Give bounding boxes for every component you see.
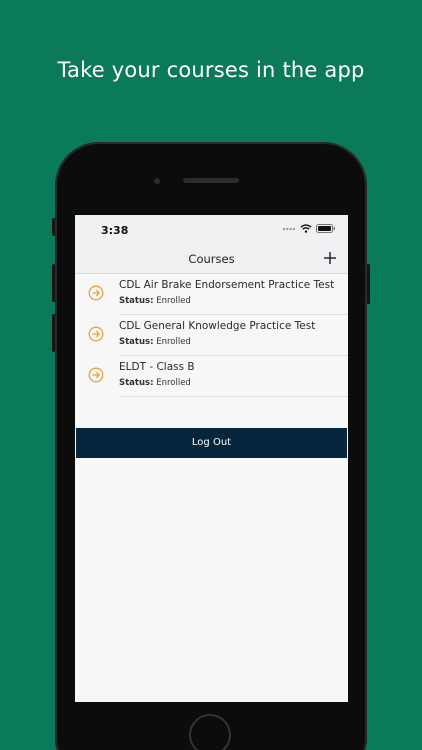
- divider: [119, 396, 348, 397]
- promo-headline: Take your courses in the app: [57, 58, 365, 82]
- wifi-icon: [300, 224, 312, 233]
- page-title: Courses: [188, 252, 235, 266]
- arrow-right-circle-icon: [88, 367, 104, 383]
- course-title: CDL Air Brake Endorsement Practice Test: [119, 279, 335, 291]
- course-status: Status: Enrolled: [119, 337, 191, 347]
- phone-screen: 3:38 Courses CDL Air Brake Endorsement P…: [75, 215, 348, 702]
- course-status: Status: Enrolled: [119, 378, 191, 388]
- earpiece-speaker: [183, 178, 239, 183]
- mute-switch: [52, 218, 55, 236]
- course-title: ELDT - Class B: [119, 361, 195, 373]
- app-store-screenshot: Take your courses in the app 3:38 Course…: [0, 0, 422, 750]
- signal-icon: [282, 227, 296, 230]
- arrow-right-circle-icon: [88, 285, 104, 301]
- power-button: [367, 264, 370, 304]
- status-value: Enrolled: [156, 296, 191, 306]
- log-out-button[interactable]: Log Out: [76, 428, 347, 458]
- navigation-bar: Courses: [75, 245, 348, 274]
- course-item[interactable]: CDL General Knowledge Practice Test Stat…: [75, 315, 348, 356]
- volume-up-button: [52, 264, 55, 302]
- status-label: Status:: [119, 337, 154, 347]
- course-title: CDL General Knowledge Practice Test: [119, 320, 316, 332]
- status-label: Status:: [119, 378, 154, 388]
- status-value: Enrolled: [156, 337, 191, 347]
- home-button: [189, 714, 231, 750]
- arrow-right-circle-icon: [88, 326, 104, 342]
- plus-icon[interactable]: [322, 250, 338, 266]
- status-time: 3:38: [101, 224, 129, 237]
- course-status: Status: Enrolled: [119, 296, 191, 306]
- course-item[interactable]: ELDT - Class B Status: Enrolled: [75, 356, 348, 397]
- phone-frame: 3:38 Courses CDL Air Brake Endorsement P…: [52, 142, 370, 750]
- status-label: Status:: [119, 296, 154, 306]
- status-icons: [282, 224, 336, 233]
- volume-down-button: [52, 314, 55, 352]
- status-bar: 3:38: [75, 215, 348, 245]
- status-value: Enrolled: [156, 378, 191, 388]
- course-item[interactable]: CDL Air Brake Endorsement Practice Test …: [75, 274, 348, 315]
- battery-icon: [316, 224, 335, 233]
- front-camera: [154, 178, 160, 184]
- course-list: CDL Air Brake Endorsement Practice Test …: [75, 274, 348, 397]
